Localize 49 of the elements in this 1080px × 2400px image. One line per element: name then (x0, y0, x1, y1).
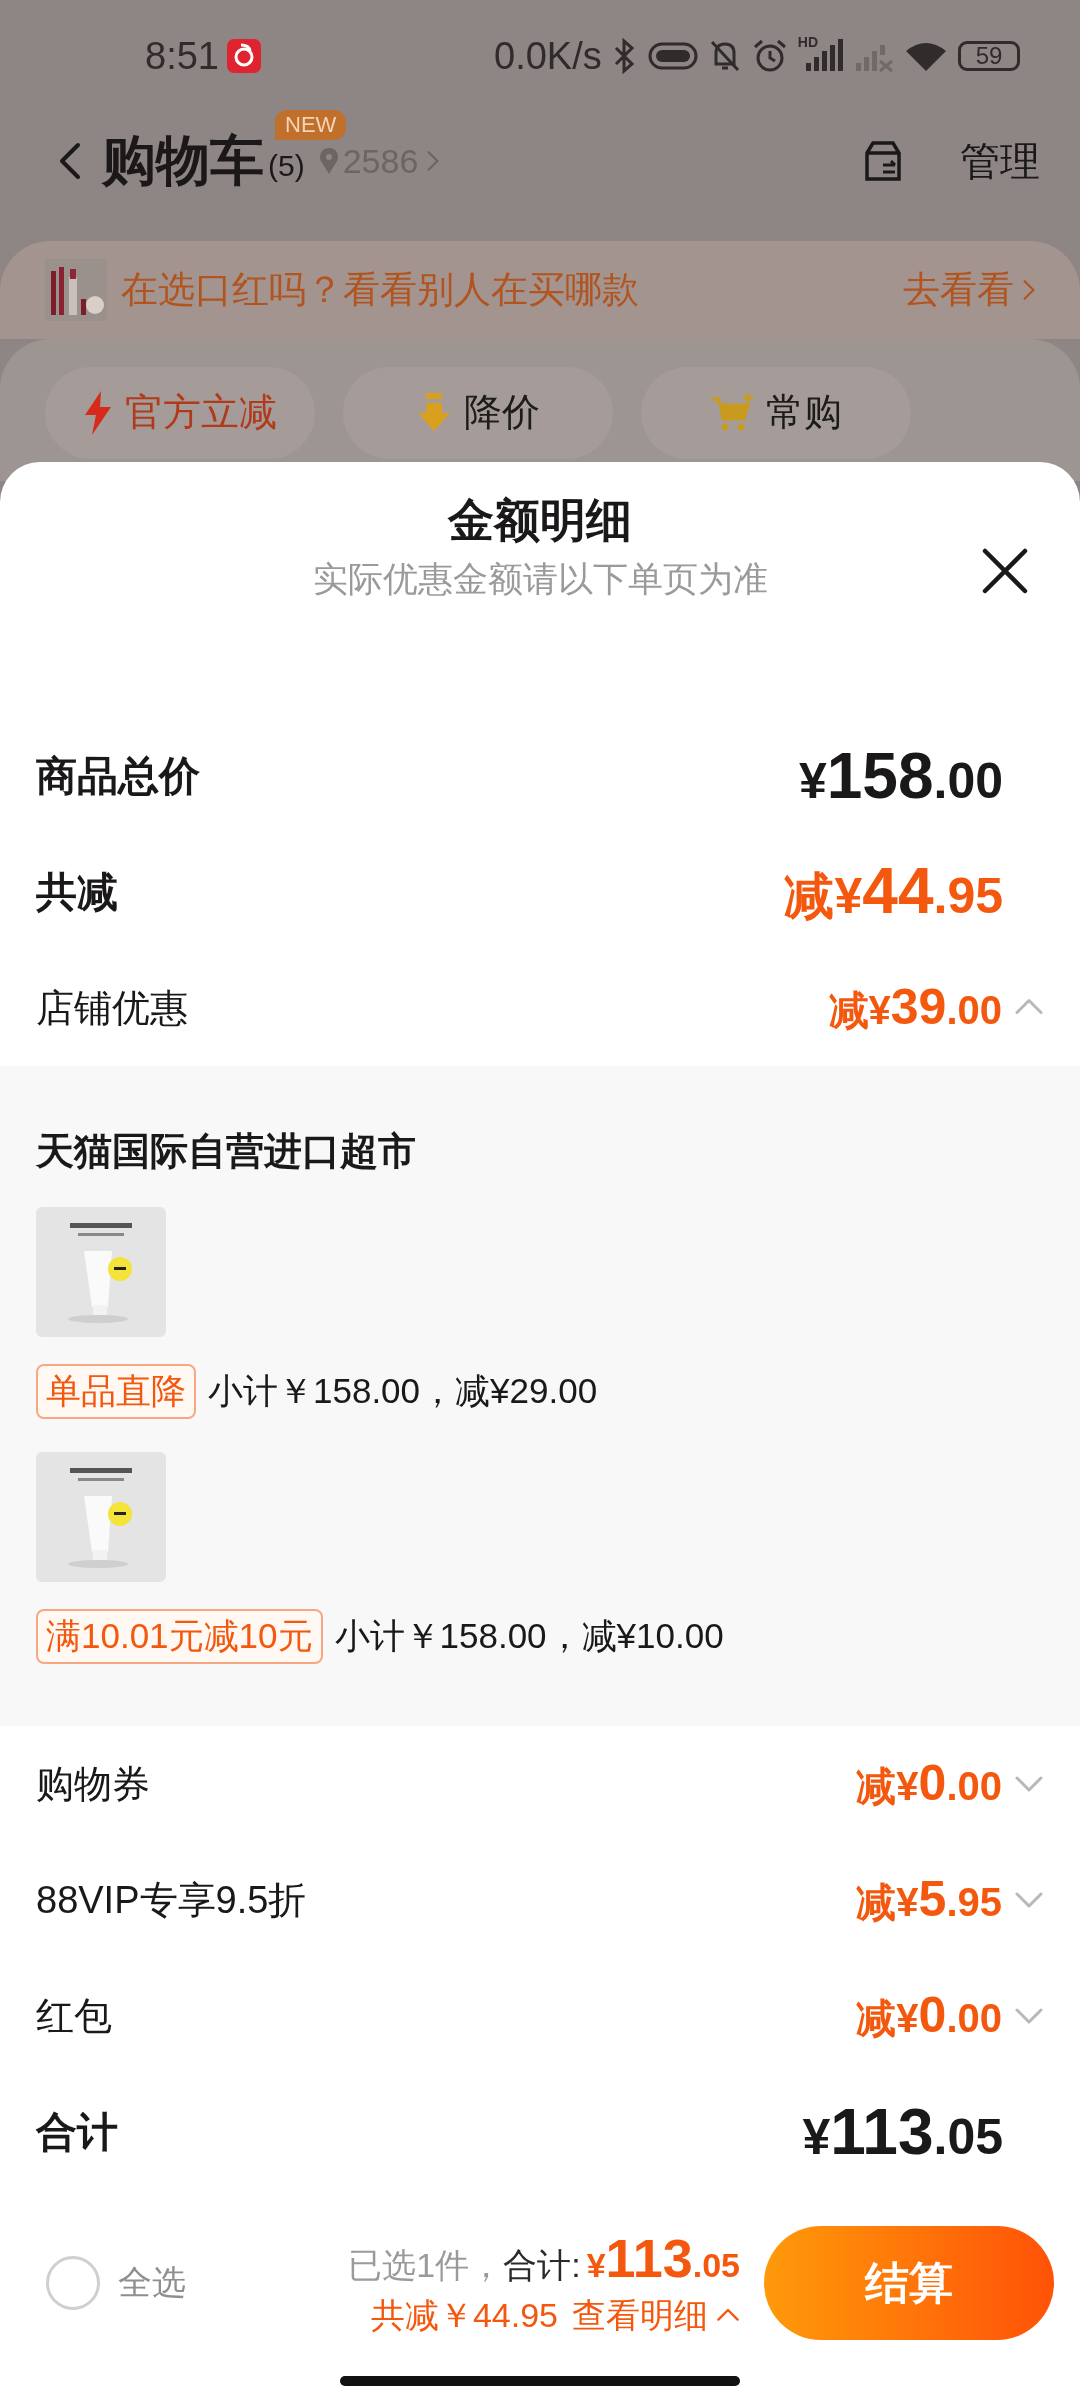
page-title: 购物车 (102, 128, 264, 192)
amount-value: ¥158.00 (798, 739, 1003, 813)
down-arrow-icon (416, 392, 452, 433)
row-label: 红包 (36, 1993, 112, 2039)
amount-value: 减¥44.95 (784, 854, 1003, 929)
amount-value: ¥113.05 (802, 2095, 1003, 2169)
hd-label: HD (797, 34, 818, 51)
lightning-icon (83, 390, 113, 435)
subtotal-text: 小计￥158.00，减¥10.00 (334, 1614, 724, 1657)
filter-chip[interactable]: 常购 (641, 366, 911, 459)
close-icon[interactable] (982, 548, 1028, 594)
store-name: 天猫国际自营进口超市 (36, 1129, 417, 1174)
item-count: (5) (268, 148, 305, 183)
location-pin-icon (318, 147, 339, 176)
details-link[interactable]: 查看明细 (572, 2293, 740, 2339)
row-label: 共减 (36, 867, 118, 917)
saving-text: 共减￥44.95 (370, 2295, 558, 2336)
cart-icon (710, 392, 754, 433)
promo-tag: 单品直降 (36, 1363, 196, 1419)
row-label: 合计 (36, 2107, 118, 2157)
amount-value: 减¥5.95 (856, 1870, 1002, 1929)
filter-chip[interactable]: 官方立减 (45, 366, 315, 459)
total-amount: ¥113.05 (586, 2227, 740, 2289)
sheet-subtitle: 实际优惠金额请以下单页为准 (312, 558, 768, 600)
filter-chip[interactable]: 降价 (343, 366, 613, 459)
network-speed: 0.0K/s (494, 34, 602, 78)
battery-level: 59 (958, 41, 1020, 72)
amount-value: 减¥0.00 (856, 1754, 1002, 1813)
row-label: 商品总价 (36, 751, 200, 801)
total-label: 合计: (503, 2245, 581, 2286)
new-badge: NEW (275, 110, 347, 141)
selected-count: 已选1件， (348, 2245, 504, 2286)
row-label: 88VIP专享9.5折 (36, 1877, 307, 1923)
clock-time: 8:51 (145, 34, 219, 78)
toggle-icon (647, 40, 698, 73)
sheet-title: 金额明细 (448, 493, 632, 548)
row-label: 购物券 (36, 1761, 150, 1807)
manage-link[interactable]: 管理 (960, 133, 1040, 189)
banner-text: 在选口红吗？看看别人在买哪款 (121, 267, 639, 312)
select-all-radio[interactable] (46, 2256, 100, 2310)
subtotal-text: 小计￥158.00，减¥29.00 (208, 1369, 598, 1412)
go-see-link[interactable]: 去看看 (903, 264, 1040, 315)
amount-value: 减¥39.00 (828, 978, 1002, 1037)
select-all-label[interactable]: 全选 (118, 2260, 186, 2306)
app-icon (226, 39, 261, 74)
checkout-button[interactable]: 结算 (764, 2226, 1054, 2340)
amount-value: 减¥0.00 (856, 1986, 1002, 2045)
row-label: 店铺优惠 (36, 985, 188, 1031)
promo-tag: 满10.01元减10元 (36, 1608, 323, 1664)
